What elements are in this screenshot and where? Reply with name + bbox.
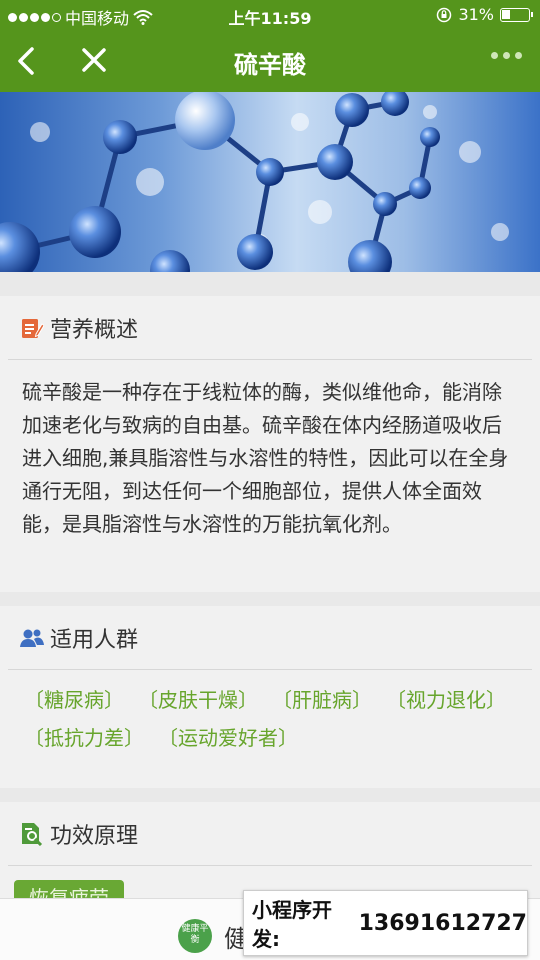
- ad-overlay[interactable]: 小程序开发: 13691612727: [243, 890, 528, 956]
- brand-logo: 健康平衡: [178, 919, 212, 953]
- audience-tag[interactable]: 〔视力退化〕: [386, 684, 506, 716]
- document-search-icon: [22, 822, 43, 846]
- principle-heading: 功效原理: [50, 823, 139, 849]
- overview-text: 硫辛酸是一种存在于线粒体的酶，类似维他命，能消除加速老化与致病的自由基。硫辛酸在…: [22, 380, 509, 536]
- status-bar: 中国移动 上午11:59 31%: [0, 0, 540, 30]
- page-title: 硫辛酸: [234, 51, 306, 79]
- audience-tag[interactable]: 〔肝脏病〕: [272, 684, 372, 716]
- audience-section: 适用人群 〔糖尿病〕 〔皮肤干燥〕 〔肝脏病〕 〔视力退化〕 〔抵抗力差〕 〔运…: [0, 606, 540, 788]
- overview-section: 营养概述 硫辛酸是一种存在于线粒体的酶，类似维他命，能消除加速老化与致病的自由基…: [0, 296, 540, 592]
- audience-tag[interactable]: 〔运动爱好者〕: [158, 722, 298, 754]
- battery-icon: [500, 7, 533, 22]
- orientation-lock-icon: [437, 7, 452, 22]
- brand-name: 健: [224, 925, 244, 953]
- audience-header: 适用人群: [8, 606, 532, 670]
- audience-tag[interactable]: 〔糖尿病〕: [24, 684, 124, 716]
- ad-phone: 13691612727: [358, 910, 527, 936]
- audience-tags: 〔糖尿病〕 〔皮肤干燥〕 〔肝脏病〕 〔视力退化〕 〔抵抗力差〕 〔运动爱好者〕: [0, 670, 540, 760]
- battery-percent: 31%: [458, 5, 494, 24]
- overview-heading: 营养概述: [50, 317, 139, 343]
- audience-heading: 适用人群: [50, 627, 139, 653]
- audience-tag[interactable]: 〔抵抗力差〕: [24, 722, 144, 754]
- molecule-banner: [0, 92, 540, 272]
- ad-label: 小程序开发:: [252, 898, 332, 951]
- people-icon: [20, 629, 44, 647]
- pencil-note-icon: [22, 318, 44, 338]
- more-icon[interactable]: [491, 52, 522, 59]
- principle-header: 功效原理: [8, 802, 532, 866]
- navbar: 硫辛酸: [0, 30, 540, 92]
- overview-header: 营养概述: [8, 296, 532, 360]
- audience-tag[interactable]: 〔皮肤干燥〕: [138, 684, 258, 716]
